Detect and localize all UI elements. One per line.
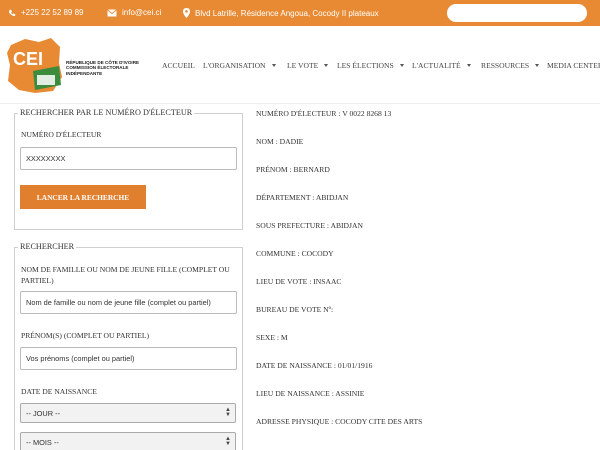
result-polling-place: LIEU DE VOTE : INSAAC	[256, 277, 342, 286]
nav-item-accueil[interactable]: ACCUEIL	[162, 61, 195, 70]
email-address: info@cei.ci	[122, 8, 162, 17]
phone-item[interactable]: +225 22 52 89 89	[8, 8, 84, 17]
address-item: Blvd Latrille, Résidence Angoua, Cocody …	[183, 8, 379, 18]
result-birthdate: DATE DE NAISSANCE : 01/01/1916	[256, 361, 373, 370]
chevron-down-icon	[271, 64, 276, 67]
nav-item-actualite[interactable]: L'ACTUALITÉ	[412, 61, 471, 70]
updown-arrows-icon: ▲ ▼	[225, 436, 231, 447]
month-select[interactable]: -- MOIS -- ▲ ▼	[20, 432, 236, 450]
nav-item-vote[interactable]: LE VOTE	[287, 61, 329, 70]
nav-label: L'ORGANISATION	[203, 61, 266, 70]
result-commune: COMMUNE : COCODY	[256, 249, 334, 258]
search-button[interactable]: LANCER LA RECHERCHE	[20, 185, 146, 209]
nav-label: ACCUEIL	[162, 61, 195, 70]
nav-item-elections[interactable]: LES ÉLECTIONS	[337, 61, 404, 70]
result-subprefecture: SOUS PREFECTURE : ABIDJAN	[256, 221, 363, 230]
nav-label: RESSOURCES	[481, 61, 530, 70]
month-select-value: -- MOIS --	[26, 437, 59, 447]
site-header: CEI RÉPUBLIQUE DE CÔTE D'IVOIRE COMMISSI…	[0, 26, 600, 104]
voter-number-input[interactable]: XXXXXXXX	[20, 147, 237, 170]
phone-icon	[9, 9, 16, 16]
email-item[interactable]: info@cei.ci	[107, 8, 161, 17]
result-address: ADRESSE PHYSIQUE : COCODY CITE DES ARTS	[256, 417, 423, 426]
day-select[interactable]: -- JOUR -- ▲ ▼	[20, 403, 236, 423]
chevron-down-icon	[399, 64, 404, 67]
site-search-input[interactable]	[447, 4, 587, 22]
voter-number-label: NUMÉRO D'ÉLECTEUR	[21, 130, 102, 139]
main-nav: ACCUEIL L'ORGANISATION LE VOTE LES ÉLECT…	[0, 61, 600, 73]
result-polling-station: BUREAU DE VOTE Nº:	[256, 305, 334, 314]
top-contact-bar: +225 22 52 89 89 info@cei.ci Blvd Latril…	[0, 0, 600, 26]
search-by-name-title: RECHERCHER	[18, 242, 77, 251]
nav-item-ressources[interactable]: RESSOURCES	[481, 61, 540, 70]
result-department: DÉPARTEMENT : ABIDJAN	[256, 193, 349, 202]
address-text: Blvd Latrille, Résidence Angoua, Cocody …	[195, 8, 379, 18]
result-voter-number: NUMÉRO D'ÉLECTEUR : V 0022 8268 13	[256, 109, 392, 118]
chevron-down-icon	[466, 64, 471, 67]
firstname-label: PRÉNOM(S) (COMPLET OU PARTIEL)	[21, 331, 150, 340]
nav-label: MEDIA CENTER	[547, 61, 600, 70]
firstname-input[interactable]: Vos prénoms (complet ou partiel)	[20, 347, 237, 370]
result-lastname: NOM : DADIE	[256, 137, 304, 146]
day-select-value: -- JOUR --	[26, 408, 61, 418]
chevron-down-icon	[535, 64, 540, 67]
firstname-placeholder: Vos prénoms (complet ou partiel)	[26, 354, 135, 363]
chevron-down-icon	[324, 64, 329, 67]
result-firstname: PRÉNOM : BERNARD	[256, 165, 330, 174]
lastname-placeholder: Nom de famille ou nom de jeune fille (co…	[26, 298, 211, 307]
envelope-icon	[107, 8, 117, 16]
lastname-label: NOM DE FAMILLE OU NOM DE JEUNE FILLE (CO…	[21, 265, 230, 285]
search-by-number-panel: RECHERCHER PAR LE NUMÉRO D'ÉLECTEUR NUMÉ…	[14, 108, 243, 230]
nav-label: L'ACTUALITÉ	[412, 61, 461, 70]
nav-item-media-center[interactable]: MEDIA CENTER	[547, 61, 600, 70]
updown-arrows-icon: ▲ ▼	[225, 407, 231, 418]
map-pin-icon	[183, 8, 190, 18]
lastname-input[interactable]: Nom de famille ou nom de jeune fille (co…	[20, 291, 237, 314]
result-birthplace: LIEU DE NAISSANCE : ASSINIE	[256, 389, 365, 398]
phone-number: +225 22 52 89 89	[21, 8, 84, 17]
search-by-number-title: RECHERCHER PAR LE NUMÉRO D'ÉLECTEUR	[18, 108, 195, 117]
voter-number-value: XXXXXXXX	[26, 154, 66, 163]
result-sex: SEXE : M	[256, 333, 288, 342]
nav-label: LE VOTE	[287, 61, 319, 70]
birthdate-label: DATE DE NAISSANCE	[21, 387, 97, 396]
nav-label: LES ÉLECTIONS	[337, 61, 394, 70]
nav-item-organisation[interactable]: L'ORGANISATION	[203, 61, 276, 70]
